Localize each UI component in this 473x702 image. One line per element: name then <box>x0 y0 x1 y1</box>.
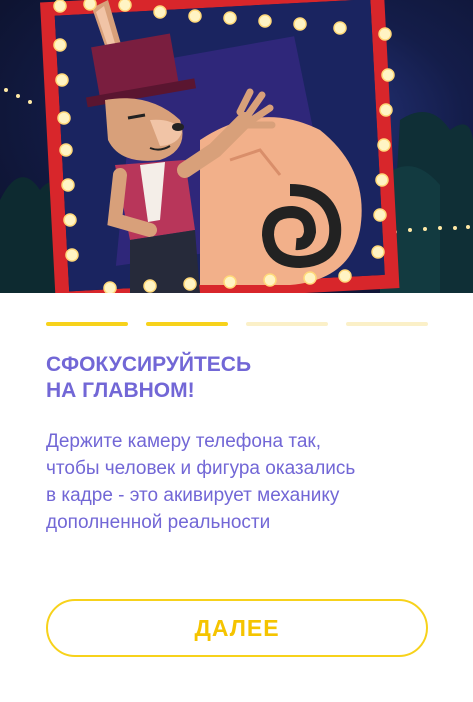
instruction-line-4: дополненной реальности <box>46 512 271 533</box>
progress-step-4 <box>346 322 428 326</box>
onboarding-progress <box>46 322 428 327</box>
rabbit-stage-illustration <box>0 0 473 293</box>
title-line-2: НА ГЛАВНОМ! <box>46 379 195 402</box>
progress-step-1 <box>46 322 128 326</box>
next-button[interactable]: ДАЛЕЕ <box>46 599 428 657</box>
instruction-line-1: Держите камеру телефона так, <box>46 431 321 452</box>
instruction-text: Держите камеру телефона так, чтобы челов… <box>46 428 436 536</box>
progress-step-3 <box>246 322 328 326</box>
title-line-1: СФОКУСИРУЙТЕСЬ <box>46 353 252 376</box>
page-title: СФОКУСИРУЙТЕСЬ НА ГЛАВНОМ! <box>46 352 426 404</box>
instruction-line-3: в кадре - это акивирует механику <box>46 485 340 506</box>
instruction-line-2: чтобы человек и фигура оказались <box>46 458 356 479</box>
hero-image <box>0 0 473 293</box>
progress-step-2 <box>146 322 228 326</box>
